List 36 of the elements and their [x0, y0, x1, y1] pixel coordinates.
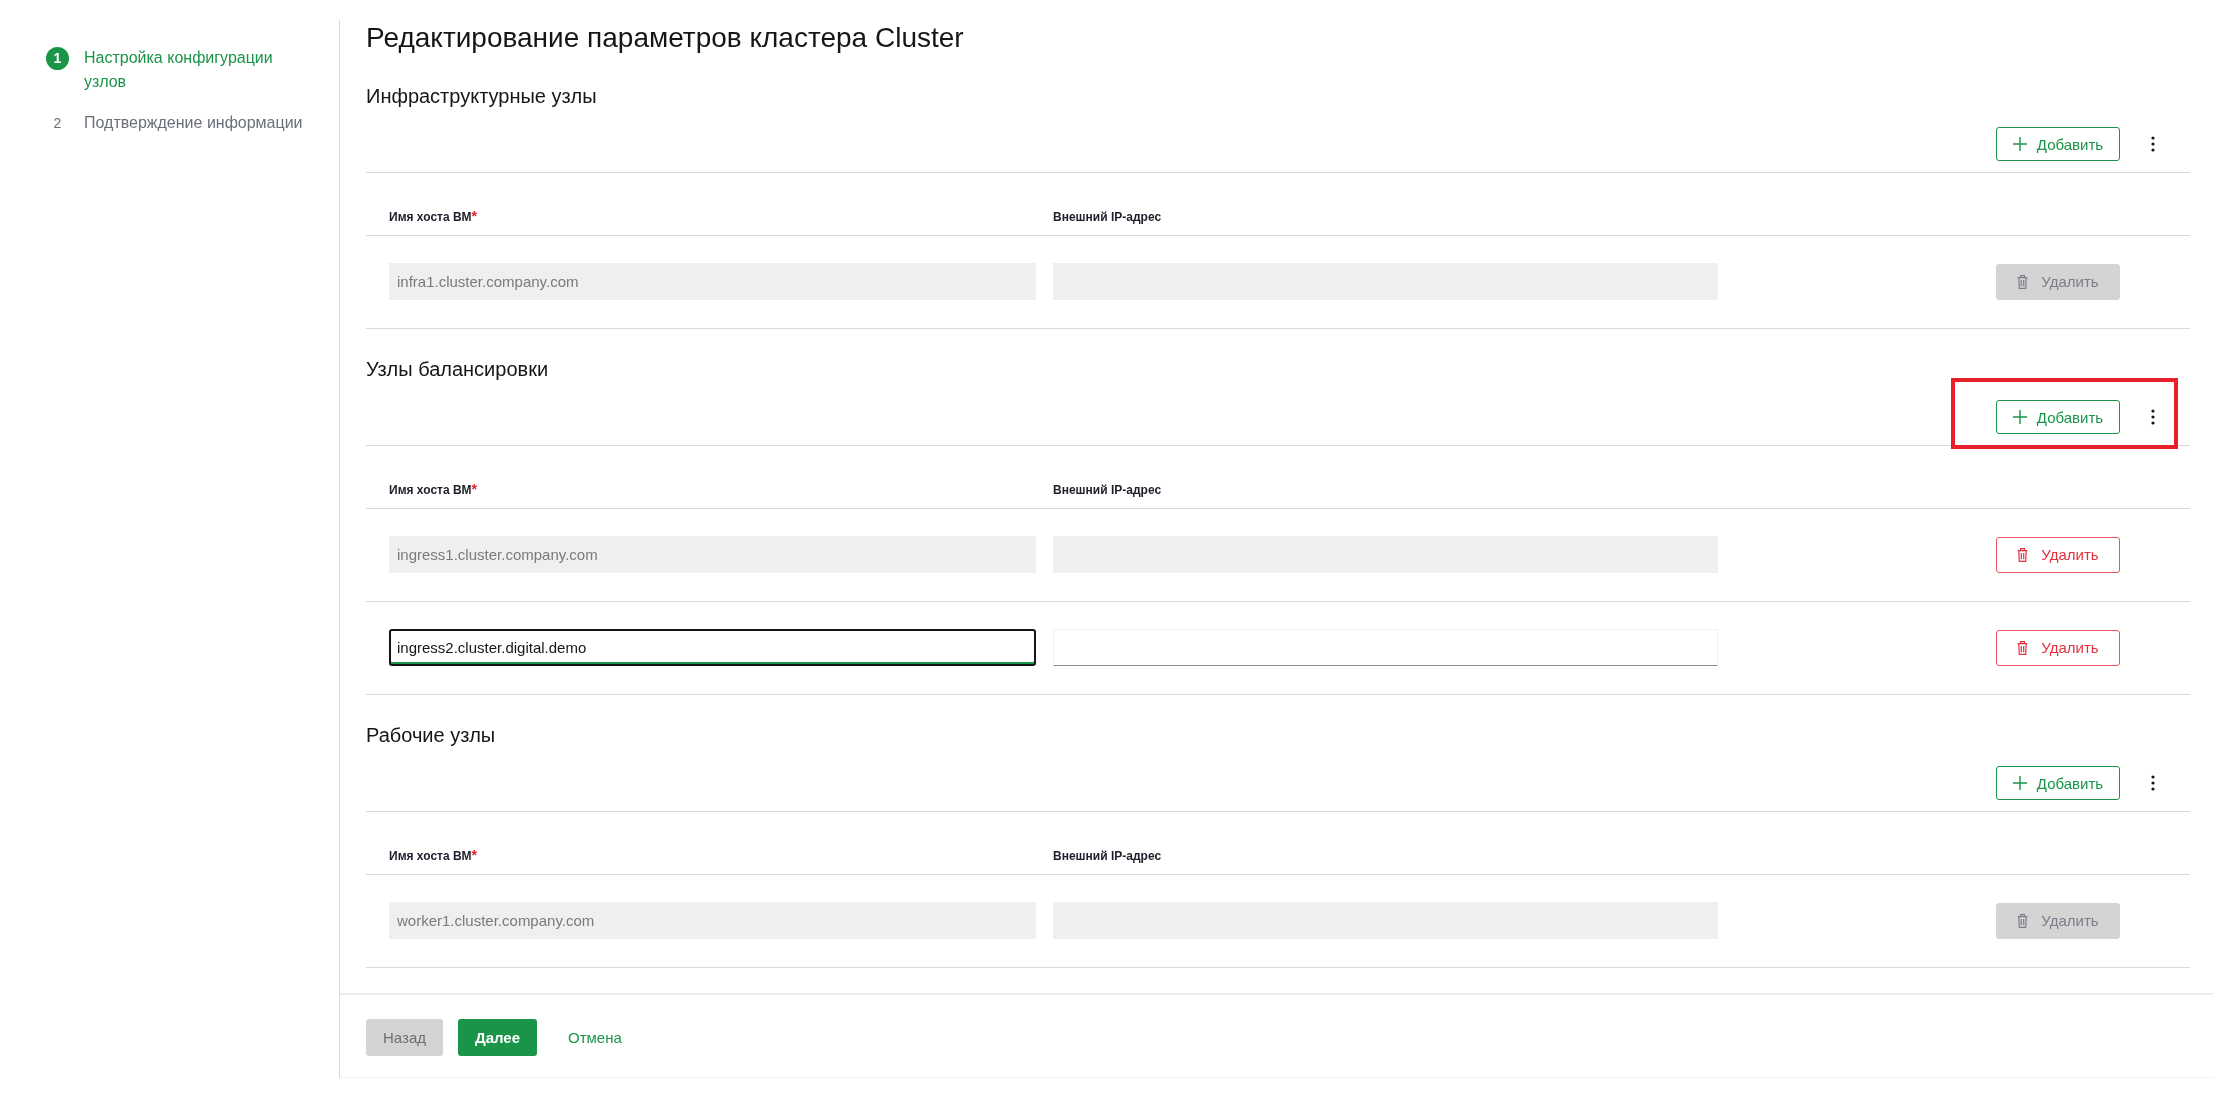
- trash-icon: [2017, 547, 2029, 562]
- column-header: Внешний IP-адрес: [1053, 483, 1163, 497]
- step-label[interactable]: Настройка конфигурации узлов: [84, 46, 316, 94]
- more-icon: [2151, 775, 2155, 791]
- more-icon: [2151, 409, 2155, 425]
- plus-icon: [2012, 410, 2027, 424]
- next-button[interactable]: Далее: [458, 1019, 537, 1056]
- hostname-field[interactable]: infra1.cluster.company.com: [389, 263, 1036, 300]
- column-header: Имя хоста ВМ*: [389, 848, 479, 863]
- column-header: Внешний IP-адрес: [1053, 849, 1163, 863]
- plus-icon: [2012, 137, 2027, 151]
- step-label[interactable]: Подтверждение информации: [84, 111, 316, 135]
- step-number: 2: [52, 114, 63, 133]
- hostname-field[interactable]: worker1.cluster.company.com: [389, 902, 1036, 939]
- section-heading: Инфраструктурные узлы: [366, 84, 598, 109]
- trash-icon: [2017, 913, 2029, 928]
- trash-icon: [2017, 274, 2029, 289]
- page-title: Редактирование параметров кластера Cluster: [366, 21, 965, 55]
- section-heading: Узлы балансировки: [366, 357, 550, 382]
- column-header: Имя хоста ВМ*: [389, 482, 479, 497]
- section-heading: Рабочие узлы: [366, 723, 497, 748]
- ip-address-field[interactable]: [1053, 629, 1718, 666]
- column-header: Внешний IP-адрес: [1053, 210, 1163, 224]
- trash-icon: [2017, 640, 2029, 655]
- add-button[interactable]: Добавить: [1996, 766, 2120, 800]
- delete-button[interactable]: Удалить: [1996, 536, 2120, 573]
- hostname-field[interactable]: ingress1.cluster.company.com: [389, 536, 1036, 573]
- add-button[interactable]: Добавить: [1996, 400, 2120, 434]
- cancel-button[interactable]: Отмена: [552, 1019, 638, 1056]
- plus-icon: [2012, 776, 2027, 790]
- column-header: Имя хоста ВМ*: [389, 209, 479, 224]
- hostname-field[interactable]: ingress2.cluster.digital.demo: [389, 629, 1036, 666]
- add-button[interactable]: Добавить: [1996, 127, 2120, 161]
- delete-button[interactable]: Удалить: [1996, 629, 2120, 666]
- step-number: 1: [46, 46, 69, 70]
- more-icon: [2151, 136, 2155, 152]
